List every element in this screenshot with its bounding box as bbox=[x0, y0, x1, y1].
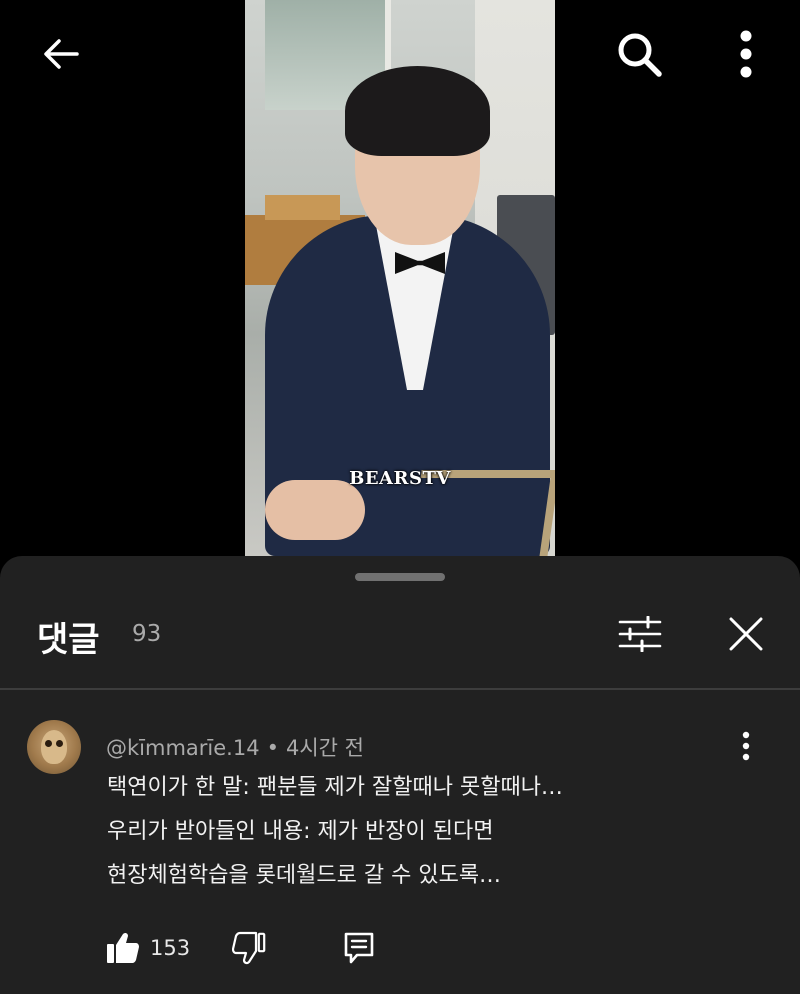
sheet-drag-handle[interactable] bbox=[355, 573, 445, 581]
close-icon bbox=[729, 617, 763, 651]
like-button[interactable] bbox=[105, 930, 141, 966]
comment-more-button[interactable] bbox=[728, 724, 764, 768]
avatar-eye-right bbox=[56, 740, 63, 747]
search-button[interactable] bbox=[613, 28, 665, 80]
comments-count: 93 bbox=[132, 621, 162, 647]
comment-meta: @kīmmarīe.14 • 4시간 전 bbox=[106, 732, 364, 762]
sliders-icon bbox=[618, 616, 662, 652]
thumbs-up-icon bbox=[107, 932, 139, 963]
watermark-main: BEARS bbox=[349, 468, 423, 489]
video-person-hands bbox=[265, 480, 365, 540]
reply-comment-icon bbox=[344, 932, 374, 964]
comment-author[interactable]: @kīmmarīe.14 bbox=[106, 736, 260, 760]
comment-body[interactable]: 택연이가 한 말: 팬분들 제가 잘할때나 못할때나… 우리가 받아들인 내용:… bbox=[107, 766, 727, 898]
more-vertical-icon bbox=[742, 731, 750, 761]
search-icon bbox=[618, 33, 662, 77]
reply-button[interactable] bbox=[341, 930, 377, 966]
video-area[interactable]: BEARSTV bbox=[0, 0, 800, 556]
thumbs-down-icon bbox=[232, 931, 266, 965]
more-options-button[interactable] bbox=[720, 28, 772, 80]
video-scene-tray bbox=[265, 195, 340, 220]
like-count: 153 bbox=[150, 936, 191, 960]
avatar-face bbox=[41, 730, 67, 764]
close-comments-button[interactable] bbox=[720, 608, 772, 660]
video-person-hair bbox=[345, 66, 490, 156]
comment-time: 4시간 전 bbox=[285, 736, 364, 760]
video-player[interactable]: BEARSTV bbox=[245, 0, 555, 556]
meta-separator: • bbox=[266, 736, 279, 760]
video-watermark: BEARSTV bbox=[245, 468, 555, 489]
comment-line: 우리가 받아들인 내용: 제가 반장이 된다면 bbox=[107, 819, 494, 844]
comment-line: 현장체험학습을 롯데월드로 갈 수 있도록… bbox=[107, 863, 502, 888]
back-button[interactable] bbox=[35, 28, 87, 80]
dislike-button[interactable] bbox=[231, 930, 267, 966]
avatar-eye-left bbox=[45, 740, 52, 747]
more-vertical-icon bbox=[740, 30, 752, 78]
watermark-suffix: TV bbox=[422, 468, 451, 489]
comment-item: @kīmmarīe.14 • 4시간 전 택연이가 한 말: 팬분들 제가 잘할때나… bbox=[0, 690, 800, 994]
sort-filter-button[interactable] bbox=[612, 612, 668, 656]
comments-title: 댓글 bbox=[37, 620, 100, 660]
avatar[interactable] bbox=[27, 720, 81, 774]
arrow-left-icon bbox=[44, 39, 79, 69]
comment-line: 택연이가 한 말: 팬분들 제가 잘할때나 못할때나… bbox=[107, 775, 563, 800]
comments-sheet: 댓글 93 @kīmmarīe.14 • 4시간 전 택연이가 한 말: 팬분들… bbox=[0, 556, 800, 994]
